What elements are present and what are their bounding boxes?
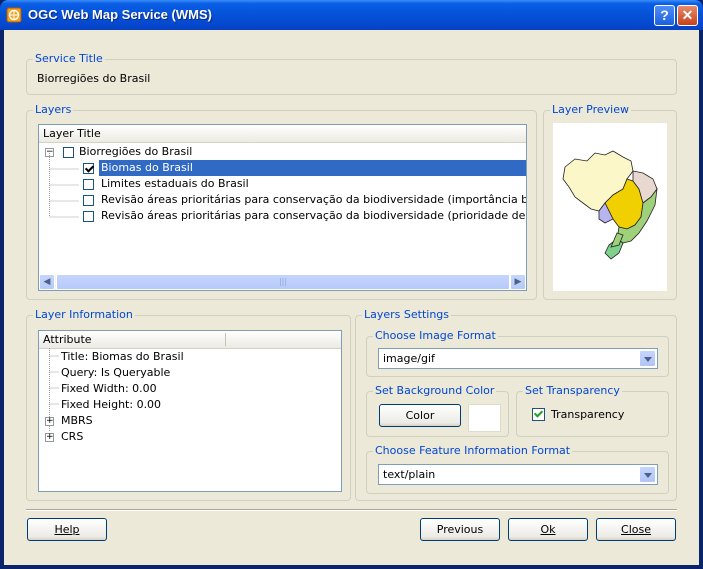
transparency-checkbox[interactable] — [532, 408, 545, 421]
attribute-fixed-height: Fixed Height: 0.00 — [61, 398, 162, 411]
attribute-row[interactable]: Fixed Width: 0.00 — [61, 381, 157, 397]
scroll-thumb[interactable]: ||| — [56, 274, 510, 290]
attribute-title: Title: Biomas do Brasil — [61, 350, 184, 363]
transparency-heading: Set Transparency — [523, 384, 622, 397]
chevron-down-icon[interactable] — [639, 466, 656, 483]
image-format-select[interactable]: image/gif — [378, 348, 658, 369]
previous-button-label: Previous — [436, 523, 484, 536]
attribute-row[interactable]: Query: Is Queryable — [61, 365, 170, 381]
attribute-row[interactable]: Fixed Height: 0.00 — [61, 397, 161, 413]
layers-horizontal-scrollbar[interactable]: ◀ ||| ▶ — [39, 274, 526, 290]
feature-format-select[interactable]: text/plain — [378, 464, 658, 485]
dialog-window: OGC Web Map Service (WMS) ? ✕ Service Ti… — [0, 0, 703, 569]
layers-column-header[interactable]: Layer Title — [39, 125, 526, 143]
close-button[interactable]: Close — [596, 518, 676, 541]
scroll-right-icon[interactable]: ▶ — [510, 274, 526, 290]
attribute-column-header[interactable]: Attribute — [39, 331, 341, 349]
dialog-body: Service Title Biorregiões do Brasil Laye… — [4, 30, 699, 565]
background-color-group: Set Background Color Color — [366, 384, 509, 437]
close-button-label: Close — [621, 523, 651, 536]
tree-row-revisao-importancia[interactable]: Revisão áreas prioritárias para conserva… — [39, 192, 526, 208]
layer-information-group: Layer Information Attribute Title: Bioma… — [26, 308, 351, 501]
attribute-tree[interactable]: Attribute Title: Biomas do Brasil Query:… — [38, 330, 342, 492]
help-button-label: Help — [54, 523, 80, 536]
layers-tree[interactable]: Layer Title − Biorregiões do Brasil Biom… — [38, 124, 527, 291]
ok-button[interactable]: Ok — [508, 518, 588, 541]
limites-layer-label: Limites estaduais do Brasil — [101, 177, 249, 190]
tree-row-revisao-prioridade[interactable]: Revisão áreas prioritárias para conserva… — [39, 208, 526, 224]
layer-title-header: Layer Title — [43, 127, 101, 140]
service-title-heading: Service Title — [33, 52, 105, 65]
revisao-prioridade-label: Revisão áreas prioritárias para conserva… — [101, 209, 526, 222]
background-color-heading: Set Background Color — [373, 384, 497, 397]
image-format-group: Choose Image Format image/gif — [366, 329, 669, 377]
transparency-group: Set Transparency Transparency — [516, 384, 669, 437]
layer-preview-group: Layer Preview — [543, 103, 677, 300]
attribute-query: Query: Is Queryable — [61, 366, 171, 379]
biomas-layer-label: Biomas do Brasil — [99, 160, 526, 176]
layers-settings-group: Layers Settings Choose Image Format imag… — [355, 308, 677, 501]
app-icon — [6, 7, 22, 23]
ok-button-label: Ok — [540, 523, 556, 536]
layers-settings-heading: Layers Settings — [362, 308, 452, 321]
tree-row-biomas[interactable]: Biomas do Brasil — [39, 160, 526, 176]
brazil-map-icon — [562, 150, 658, 260]
bottom-separator — [26, 509, 677, 511]
chevron-down-icon[interactable] — [639, 350, 656, 367]
layer-information-heading: Layer Information — [33, 308, 135, 321]
transparency-label: Transparency — [551, 408, 625, 421]
map-preview-image — [553, 123, 667, 291]
help-button[interactable]: Help — [27, 518, 107, 541]
image-format-heading: Choose Image Format — [373, 329, 498, 342]
help-title-button[interactable]: ? — [654, 5, 675, 26]
attribute-row[interactable]: Title: Biomas do Brasil — [61, 349, 184, 365]
scroll-left-icon[interactable]: ◀ — [39, 274, 55, 290]
layer-preview-heading: Layer Preview — [550, 103, 631, 116]
service-title-group: Service Title Biorregiões do Brasil — [26, 52, 677, 95]
service-title-value: Biorregiões do Brasil — [37, 72, 151, 85]
expand-mbrs-icon[interactable]: + — [45, 417, 54, 426]
tree-root-row[interactable]: − Biorregiões do Brasil — [39, 144, 526, 160]
column-divider — [225, 333, 226, 346]
attribute-fixed-width: Fixed Width: 0.00 — [61, 382, 157, 395]
close-title-button[interactable]: ✕ — [677, 5, 698, 26]
title-bar[interactable]: OGC Web Map Service (WMS) ? ✕ — [0, 0, 703, 30]
feature-format-group: Choose Feature Information Format text/p… — [366, 444, 669, 494]
background-color-swatch[interactable] — [468, 404, 501, 432]
color-button[interactable]: Color — [379, 404, 461, 427]
window-title: OGC Web Map Service (WMS) — [28, 7, 212, 22]
layers-group: Layers Layer Title − Biorregiões do Bras… — [26, 103, 537, 300]
previous-button[interactable]: Previous — [420, 518, 500, 541]
feature-format-value: text/plain — [383, 468, 436, 481]
attribute-mbrs: MBRS — [61, 414, 93, 427]
tree-connector-lines — [49, 153, 79, 218]
image-format-value: image/gif — [383, 352, 435, 365]
attribute-header-label: Attribute — [43, 333, 92, 346]
attribute-crs: CRS — [61, 430, 84, 443]
tree-row-limites[interactable]: Limites estaduais do Brasil — [39, 176, 526, 192]
feature-format-heading: Choose Feature Information Format — [373, 444, 573, 457]
expand-crs-icon[interactable]: + — [45, 433, 54, 442]
revisao-importancia-label: Revisão áreas prioritárias para conserva… — [101, 193, 526, 206]
layers-heading: Layers — [33, 103, 74, 116]
